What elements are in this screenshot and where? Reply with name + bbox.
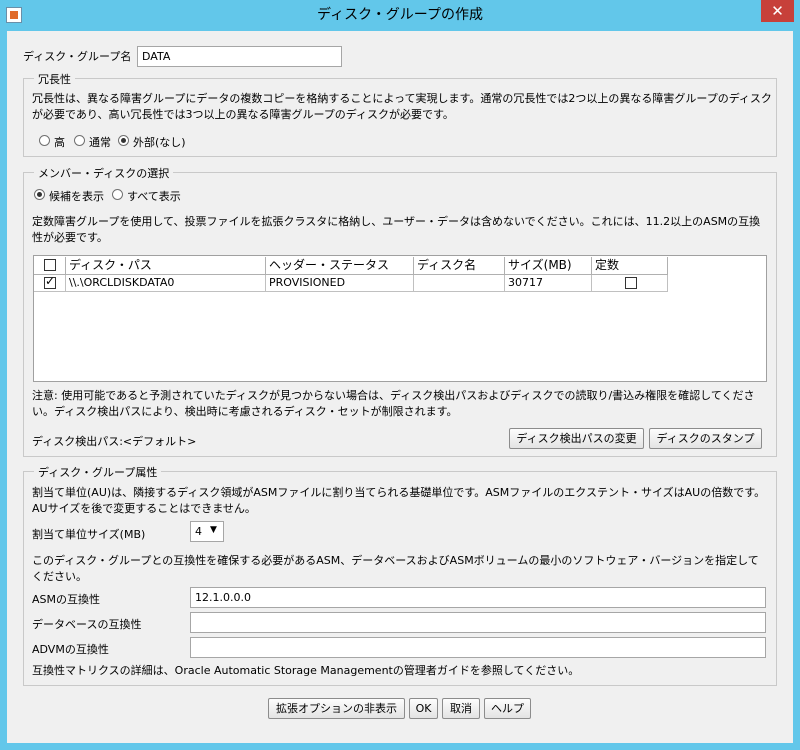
redundancy-external-label: 外部(なし) (133, 136, 186, 149)
disk-group-name-label: ディスク・グループ名 (23, 50, 132, 63)
quorum-note-line1: 定数障害グループを使用して、投票ファイルを拡張クラスタに格納し、ユーザー・データ… (32, 215, 761, 228)
asm-compat-label: ASMの互換性 (32, 593, 100, 606)
show-all-label: すべて表示 (127, 190, 181, 203)
discovery-warning-line1: 注意: 使用可能であると予測されていたディスクが見つからない場合は、ディスク検出… (32, 389, 755, 402)
col-disk-path[interactable]: ディスク・パス (66, 257, 266, 275)
au-size-label: 割当て単位サイズ(MB) (32, 528, 146, 541)
redundancy-normal-radio[interactable] (74, 135, 85, 146)
disk-group-name-input[interactable]: DATA (137, 46, 342, 67)
compat-desc-line2: ください。 (32, 570, 87, 583)
table-row-disk-path[interactable]: \\.\ORCLDISKDATA0 (66, 275, 266, 292)
au-desc-line1: 割当て単位(AU)は、隣接するディスク領域がASMファイルに割り当てられる基礎単… (32, 486, 766, 499)
compat-desc-line1: このディスク・グループとの互換性を確保する必要があるASM、データベースおよびA… (32, 554, 759, 567)
col-size[interactable]: サイズ(MB) (505, 257, 592, 275)
change-discovery-path-button[interactable]: ディスク検出パスの変更 (509, 428, 644, 449)
redundancy-desc-line1: 冗長性は、異なる障害グループにデータの複数コピーを格納することによって実現します… (32, 92, 772, 105)
col-header-status[interactable]: ヘッダー・ステータス (266, 257, 414, 275)
db-compat-input[interactable] (190, 612, 766, 633)
member-disks-legend: メンバー・ディスクの選択 (34, 165, 174, 181)
close-button[interactable]: ✕ (761, 0, 794, 22)
col-disk-name[interactable]: ディスク名 (414, 257, 505, 275)
col-quorum[interactable]: 定数 (592, 257, 668, 275)
au-size-value: 4 (195, 525, 202, 538)
discovery-path-label: ディスク検出パス:<デフォルト> (32, 435, 197, 448)
redundancy-legend: 冗長性 (34, 71, 75, 87)
table-row-disk-name[interactable] (414, 275, 505, 292)
quorum-note-line2: 性が必要です。 (32, 231, 108, 244)
show-candidates-label: 候補を表示 (49, 190, 104, 203)
redundancy-normal-label: 通常 (89, 136, 111, 149)
table-row-checkbox[interactable] (44, 274, 56, 289)
stamp-disk-button[interactable]: ディスクのスタンプ (649, 428, 762, 449)
redundancy-high-radio[interactable] (39, 135, 50, 146)
advm-compat-label: ADVMの互換性 (32, 643, 109, 656)
compat-matrix-note: 互換性マトリクスの詳細は、Oracle Automatic Storage Ma… (32, 664, 580, 677)
discovery-warning-line2: い。ディスク検出パスにより、検出時に考慮されるディスク・セットが制限されます。 (32, 405, 458, 418)
attributes-legend: ディスク・グループ属性 (34, 464, 162, 480)
asm-compat-input[interactable]: 12.1.0.0.0 (190, 587, 766, 608)
help-button[interactable]: ヘルプ (484, 698, 531, 719)
redundancy-high-label: 高 (54, 136, 65, 149)
au-desc-line2: AUサイズを後で変更することはできません。 (32, 502, 256, 515)
chevron-down-icon: ▼ (210, 525, 217, 535)
show-candidates-radio[interactable] (34, 189, 45, 200)
advm-compat-input[interactable] (190, 637, 766, 658)
table-row-header-status[interactable]: PROVISIONED (266, 275, 414, 292)
select-all-checkbox[interactable] (44, 259, 56, 271)
redundancy-desc-line2: が必要であり、高い冗長性では3つ以上の異なる障害グループのディスクが必要です。 (32, 108, 454, 121)
db-compat-label: データベースの互換性 (32, 618, 142, 631)
window-title: ディスク・グループの作成 (317, 7, 483, 23)
ok-button[interactable]: OK (409, 698, 438, 719)
close-icon: ✕ (771, 2, 784, 20)
show-all-radio[interactable] (112, 189, 123, 200)
table-row-quorum-checkbox[interactable] (625, 277, 637, 289)
au-size-select[interactable]: 4 ▼ (190, 521, 224, 542)
hide-advanced-options-button[interactable]: 拡張オプションの非表示 (268, 698, 405, 719)
table-row-size[interactable]: 30717 (505, 275, 592, 292)
cancel-button[interactable]: 取消 (442, 698, 480, 719)
redundancy-external-radio[interactable] (118, 135, 129, 146)
